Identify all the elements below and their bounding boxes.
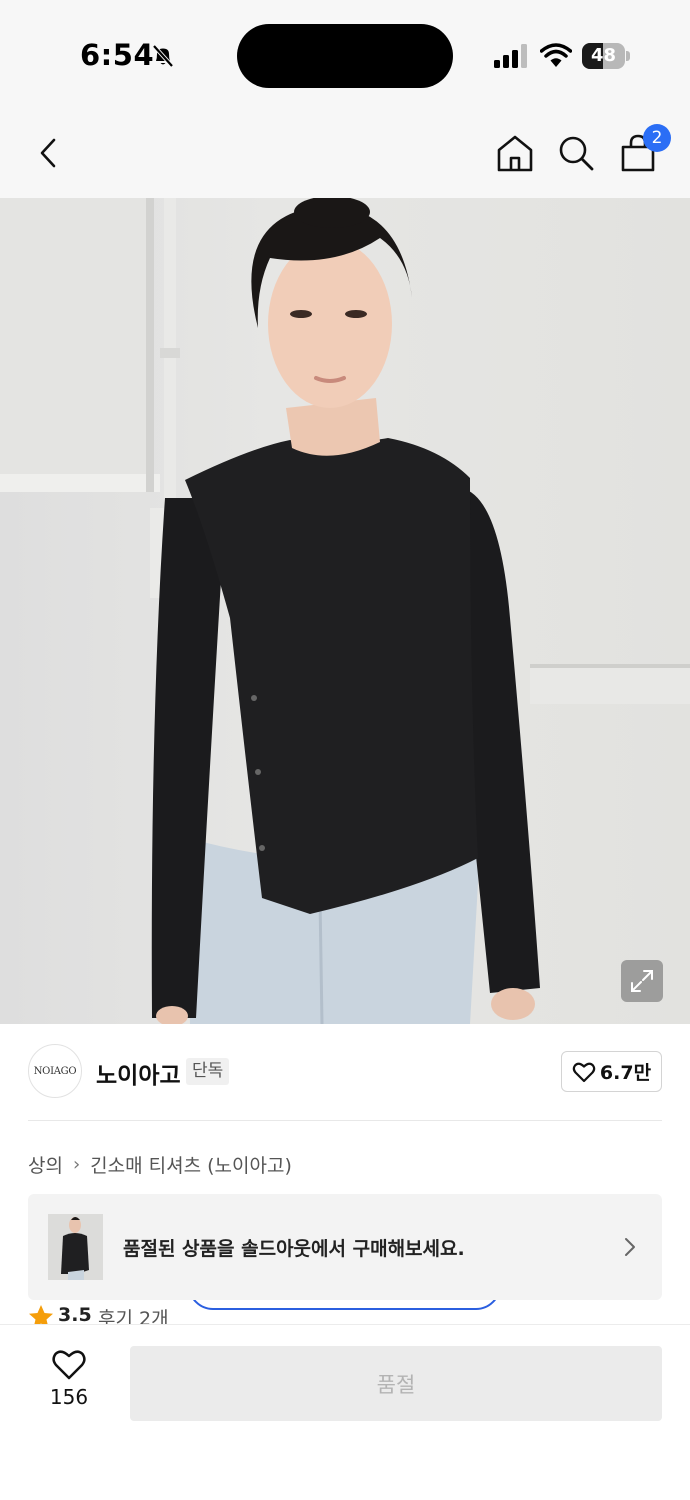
battery-icon: 48 xyxy=(582,43,630,69)
breadcrumb: 상의 › 긴소매 티셔츠 (노이아고) xyxy=(28,1150,292,1178)
back-chevron-icon xyxy=(40,138,56,168)
chevron-right-icon: › xyxy=(72,1153,81,1175)
home-icon xyxy=(497,135,533,172)
back-button[interactable] xyxy=(26,130,72,176)
cellular-signal-icon xyxy=(494,44,527,68)
exclusive-badge: 단독 xyxy=(186,1058,230,1085)
brand-name[interactable]: 노이아고 xyxy=(96,1056,181,1090)
status-time: 6:54 xyxy=(80,38,155,72)
breadcrumb-subcategory[interactable]: 긴소매 티셔츠 (노이아고) xyxy=(90,1151,292,1178)
heart-icon xyxy=(572,1062,596,1082)
search-button[interactable] xyxy=(553,130,599,176)
wishlist-button[interactable]: 156 xyxy=(40,1349,98,1419)
star-icon xyxy=(29,1305,53,1324)
search-icon xyxy=(559,136,594,171)
brand-logo-text: NOIAGO xyxy=(33,1065,77,1077)
soldout-banner-message: 품절된 상품을 솔드아웃에서 구매해보세요. xyxy=(123,1238,465,1260)
product-photo xyxy=(0,198,690,1024)
brand-like-count: 6.7만 xyxy=(599,1062,652,1084)
status-bar: 6:54 48 xyxy=(0,0,690,108)
soldout-button[interactable]: 품절 xyxy=(130,1346,662,1421)
cart-button[interactable]: 2 xyxy=(615,124,671,176)
review-count-link[interactable]: 후기 2개 xyxy=(98,1304,169,1324)
product-image[interactable] xyxy=(0,198,690,1024)
divider xyxy=(28,1120,662,1121)
brand-logo[interactable]: NOIAGO xyxy=(28,1044,82,1098)
rating-row: 3.5 후기 2개 xyxy=(28,1300,668,1324)
bell-slash-icon xyxy=(152,44,174,68)
nav-header: 2 xyxy=(0,108,690,198)
expand-icon xyxy=(631,970,653,992)
bottom-action-bar: 156 품절 xyxy=(0,1324,690,1500)
cart-count-badge: 2 xyxy=(643,124,671,152)
wifi-icon xyxy=(540,43,572,67)
breadcrumb-category[interactable]: 상의 xyxy=(28,1151,63,1178)
battery-level: 48 xyxy=(590,45,617,66)
coupon-button-edge[interactable] xyxy=(188,1300,501,1310)
soldout-banner[interactable]: 품절된 상품을 솔드아웃에서 구매해보세요. xyxy=(28,1194,662,1300)
wishlist-count: 156 xyxy=(49,1385,89,1409)
home-button[interactable] xyxy=(492,130,538,176)
heart-icon xyxy=(52,1350,86,1380)
brand-like-button[interactable]: 6.7만 xyxy=(561,1051,662,1092)
dynamic-island xyxy=(237,24,453,88)
expand-image-button[interactable] xyxy=(621,960,663,1002)
brand-row: NOIAGO 노이아고 단독 6.7만 xyxy=(0,1024,690,1121)
chevron-right-icon xyxy=(625,1238,635,1256)
banner-thumbnail xyxy=(48,1214,103,1280)
rating-score: 3.5 xyxy=(58,1304,92,1324)
